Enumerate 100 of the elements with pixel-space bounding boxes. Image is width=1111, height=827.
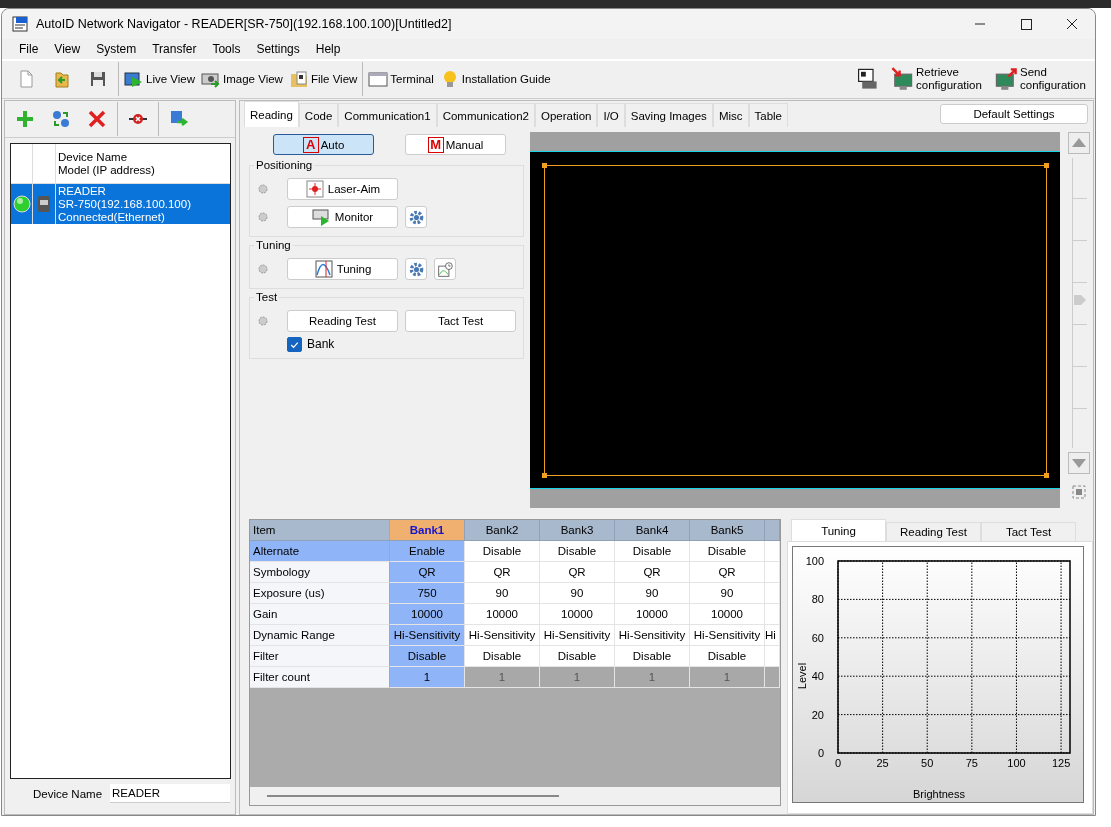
table-cell: Exposure (us): [250, 583, 390, 604]
table-cell: 1: [690, 667, 765, 688]
device-name-field[interactable]: READER: [110, 784, 231, 803]
menu-item[interactable]: Transfer: [144, 41, 205, 56]
toolbar-button[interactable]: File View: [285, 67, 361, 92]
column-header[interactable]: Bank2: [465, 520, 540, 541]
table-cell: 10000: [540, 604, 615, 625]
table-cell: Disable: [390, 646, 465, 667]
chart-clock-icon[interactable]: [434, 258, 456, 280]
tick-label: 0: [834, 757, 842, 769]
table-cell: Hi-Sensitivity: [390, 625, 465, 646]
column-header[interactable]: Bank1: [390, 520, 465, 541]
tab[interactable]: Communication2: [436, 103, 535, 127]
tick-label: 125: [1051, 757, 1071, 769]
menu-item[interactable]: System: [88, 41, 145, 56]
tab[interactable]: I/O: [597, 103, 625, 127]
tick-label: 40: [811, 670, 824, 683]
group-title: Positioning: [255, 159, 314, 171]
action-button[interactable]: Reading Test: [287, 310, 398, 332]
zoom-in-button[interactable]: [1068, 132, 1090, 154]
tick-label: 75: [965, 757, 978, 769]
tab[interactable]: Misc: [712, 103, 749, 127]
table-cell: QR: [615, 562, 690, 583]
menu-item[interactable]: Tools: [204, 41, 249, 56]
table-cell: 10000: [465, 604, 540, 625]
menu-item[interactable]: View: [46, 41, 89, 56]
table-cell: Dynamic Range: [250, 625, 390, 646]
table-cell: Symbology: [250, 562, 390, 583]
table-cell: Disable: [465, 541, 540, 562]
checkbox-label: Bank: [307, 337, 335, 351]
folder-file-icon: [288, 69, 309, 90]
tab[interactable]: Code: [298, 103, 339, 127]
column-header[interactable]: Bank4: [615, 520, 690, 541]
action-button[interactable]: Tact Test: [405, 310, 516, 332]
table-cell: 90: [690, 583, 765, 604]
tick-label: 100: [805, 555, 824, 567]
toolbar-button[interactable]: Image View: [198, 67, 286, 92]
tab[interactable]: Operation: [534, 103, 598, 127]
table-cell: 1: [540, 667, 615, 688]
tab[interactable]: Saving Images: [624, 103, 713, 127]
group-title: Test: [255, 291, 279, 303]
tab[interactable]: Table: [748, 103, 788, 127]
scrollbar-thumb[interactable]: [267, 795, 559, 797]
table-cell: Filter: [250, 646, 390, 667]
table-cell: Disable: [540, 541, 615, 562]
table-cell: Hi-Sensitivity: [615, 625, 690, 646]
tab[interactable]: Communication1: [338, 103, 437, 127]
table-cell: Alternate: [250, 541, 390, 562]
checkbox[interactable]: [287, 336, 302, 352]
device-row[interactable]: READER SR-750(192.168.100.100) Connected(Ethernet): [11, 184, 230, 224]
table-cell: 90: [540, 583, 615, 604]
action-button[interactable]: Laser-Aim: [287, 178, 398, 200]
settings-icon[interactable]: [405, 258, 427, 280]
toolbar-button[interactable]: Retrieve configuration: [887, 64, 989, 95]
mode-button[interactable]: A Auto: [273, 134, 374, 155]
window-icon: [368, 69, 389, 90]
app-icon: [12, 16, 28, 32]
table-cell: 10000: [690, 604, 765, 625]
device-info: READER SR-750(192.168.100.100) Connected(Ethernet): [57, 184, 191, 224]
table-cell: QR: [465, 562, 540, 583]
settings-icon[interactable]: [405, 206, 427, 228]
column-header[interactable]: Item: [250, 520, 390, 541]
mode-button[interactable]: M Manual: [405, 134, 506, 155]
indicator-icon: [258, 264, 268, 274]
graph-icon: [313, 259, 334, 279]
toolbar-button[interactable]: Live View: [121, 67, 198, 92]
tab[interactable]: Reading: [244, 101, 299, 127]
axis-title: Brightness: [913, 788, 965, 800]
tab[interactable]: Tact Test: [981, 522, 1076, 541]
indicator-icon: [258, 212, 268, 222]
table-cell: QR: [690, 562, 765, 583]
indicator-icon: [258, 184, 268, 194]
zoom-out-button[interactable]: [1068, 452, 1090, 474]
table-cell: QR: [540, 562, 615, 583]
table-cell: Gain: [250, 604, 390, 625]
laser-icon: [304, 179, 325, 199]
action-button[interactable]: Monitor: [287, 206, 398, 228]
toolbar-button[interactable]: Send configuration: [991, 64, 1093, 95]
action-button[interactable]: Tuning: [287, 258, 398, 280]
menu-item[interactable]: File: [11, 41, 47, 56]
monitor-play-icon: [311, 207, 332, 227]
column-header[interactable]: Bank5: [690, 520, 765, 541]
table-cell: Hi: [765, 625, 780, 646]
reader-device-icon: [37, 195, 51, 213]
table-cell: QR: [390, 562, 465, 583]
toolbar-button[interactable]: Installation Guide: [436, 67, 554, 92]
table-cell: 90: [465, 583, 540, 604]
default-settings-button[interactable]: Default Settings: [940, 104, 1088, 124]
slider-thumb[interactable]: [1072, 293, 1087, 307]
table-cell: Hi-Sensitivity: [690, 625, 765, 646]
menu-item[interactable]: Help: [307, 41, 349, 56]
toolbar-button[interactable]: Terminal: [365, 67, 437, 92]
tab[interactable]: Tuning: [791, 519, 886, 541]
menu-item[interactable]: Settings: [248, 41, 308, 56]
fit-view-icon[interactable]: [1071, 484, 1087, 500]
axis-title: Level: [796, 662, 808, 690]
column-header[interactable]: Bank3: [540, 520, 615, 541]
tab[interactable]: Reading Test: [886, 522, 981, 541]
tick-label: 50: [921, 757, 934, 769]
tick-label: 20: [811, 708, 824, 721]
